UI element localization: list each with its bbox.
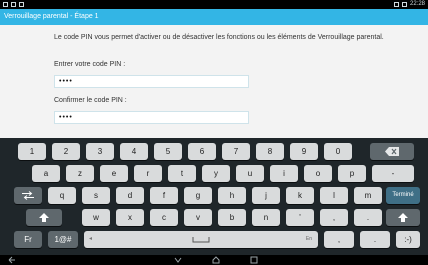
key-q[interactable]: q xyxy=(48,187,76,204)
key-v[interactable]: v xyxy=(184,209,212,226)
key-h[interactable]: h xyxy=(218,187,246,204)
notification-icon xyxy=(19,2,24,7)
key-0[interactable]: 0 xyxy=(324,143,352,160)
space-icon xyxy=(192,236,210,243)
wifi-icon xyxy=(393,2,399,7)
page-title: Verrouillage parental - Étape 1 xyxy=(0,9,428,25)
navigation-bar xyxy=(0,255,428,265)
key-t[interactable]: t xyxy=(168,165,196,182)
key-l[interactable]: l xyxy=(320,187,348,204)
key-w[interactable]: w xyxy=(82,209,110,226)
key-period[interactable]: . xyxy=(354,209,382,226)
status-bar: 22:28 xyxy=(0,0,428,9)
home-icon[interactable] xyxy=(212,256,220,264)
key-2[interactable]: 2 xyxy=(52,143,80,160)
backspace-icon xyxy=(385,147,399,157)
key-5[interactable]: 5 xyxy=(154,143,182,160)
backspace-key[interactable] xyxy=(370,143,414,160)
key-k[interactable]: k xyxy=(286,187,314,204)
status-left xyxy=(3,0,24,7)
key-3[interactable]: 3 xyxy=(86,143,114,160)
space-bar[interactable]: ◂ En xyxy=(84,231,318,248)
pin-entry-field[interactable]: •••• xyxy=(54,75,249,88)
hide-keyboard-icon[interactable] xyxy=(174,256,182,264)
key-c[interactable]: c xyxy=(150,209,178,226)
key-hyphen[interactable]: - xyxy=(372,165,414,182)
notification-icon xyxy=(11,2,16,7)
symbols-key[interactable]: 1@# xyxy=(48,231,78,248)
key-p[interactable]: p xyxy=(338,165,366,182)
key-4[interactable]: 4 xyxy=(120,143,148,160)
key-y[interactable]: y xyxy=(202,165,230,182)
recents-icon[interactable] xyxy=(250,256,258,264)
soft-keyboard: 1 2 3 4 5 6 7 8 9 0 a z e r t y u i o p … xyxy=(0,138,428,255)
entry-label: Entrer votre code PIN : xyxy=(54,61,126,68)
period-key[interactable]: . xyxy=(360,231,390,248)
key-i[interactable]: i xyxy=(270,165,298,182)
key-1[interactable]: 1 xyxy=(18,143,46,160)
key-comma[interactable]: , xyxy=(320,209,348,226)
key-x[interactable]: x xyxy=(116,209,144,226)
key-8[interactable]: 8 xyxy=(256,143,284,160)
space-lang-label: En xyxy=(305,236,312,242)
language-key[interactable]: Fr xyxy=(14,231,42,248)
key-d[interactable]: d xyxy=(116,187,144,204)
key-s[interactable]: s xyxy=(82,187,110,204)
shift-icon xyxy=(39,213,49,223)
notification-icon xyxy=(3,2,8,7)
key-b[interactable]: b xyxy=(218,209,246,226)
status-right: 22:28 xyxy=(393,0,425,9)
pin-confirm-field[interactable]: •••• xyxy=(54,111,249,124)
key-7[interactable]: 7 xyxy=(222,143,250,160)
key-6[interactable]: 6 xyxy=(188,143,216,160)
key-f[interactable]: f xyxy=(150,187,178,204)
key-a[interactable]: a xyxy=(32,165,60,182)
key-z[interactable]: z xyxy=(66,165,94,182)
key-9[interactable]: 9 xyxy=(290,143,318,160)
key-o[interactable]: o xyxy=(304,165,332,182)
shift-key-right[interactable] xyxy=(386,209,420,226)
confirm-label: Confirmer le code PIN : xyxy=(54,97,127,104)
back-icon[interactable] xyxy=(8,256,16,264)
battery-icon xyxy=(401,2,407,7)
key-u[interactable]: u xyxy=(236,165,264,182)
pin-setup-panel: Le code PIN vous permet d'activer ou de … xyxy=(0,25,428,138)
key-m[interactable]: m xyxy=(354,187,382,204)
comma-key[interactable]: , xyxy=(324,231,354,248)
shift-icon xyxy=(398,213,408,223)
smiley-key[interactable]: :-) xyxy=(396,231,420,248)
tab-icon xyxy=(22,191,34,201)
key-apostrophe[interactable]: ' xyxy=(286,209,314,226)
done-key[interactable]: Terminé xyxy=(386,187,420,204)
key-g[interactable]: g xyxy=(184,187,212,204)
key-n[interactable]: n xyxy=(252,209,280,226)
key-e[interactable]: e xyxy=(100,165,128,182)
key-r[interactable]: r xyxy=(134,165,162,182)
pin-description: Le code PIN vous permet d'activer ou de … xyxy=(54,34,384,41)
key-j[interactable]: j xyxy=(252,187,280,204)
tab-key[interactable] xyxy=(14,187,42,204)
left-arrow-icon: ◂ xyxy=(89,236,93,242)
status-time: 22:28 xyxy=(409,1,425,7)
shift-key-left[interactable] xyxy=(26,209,62,226)
